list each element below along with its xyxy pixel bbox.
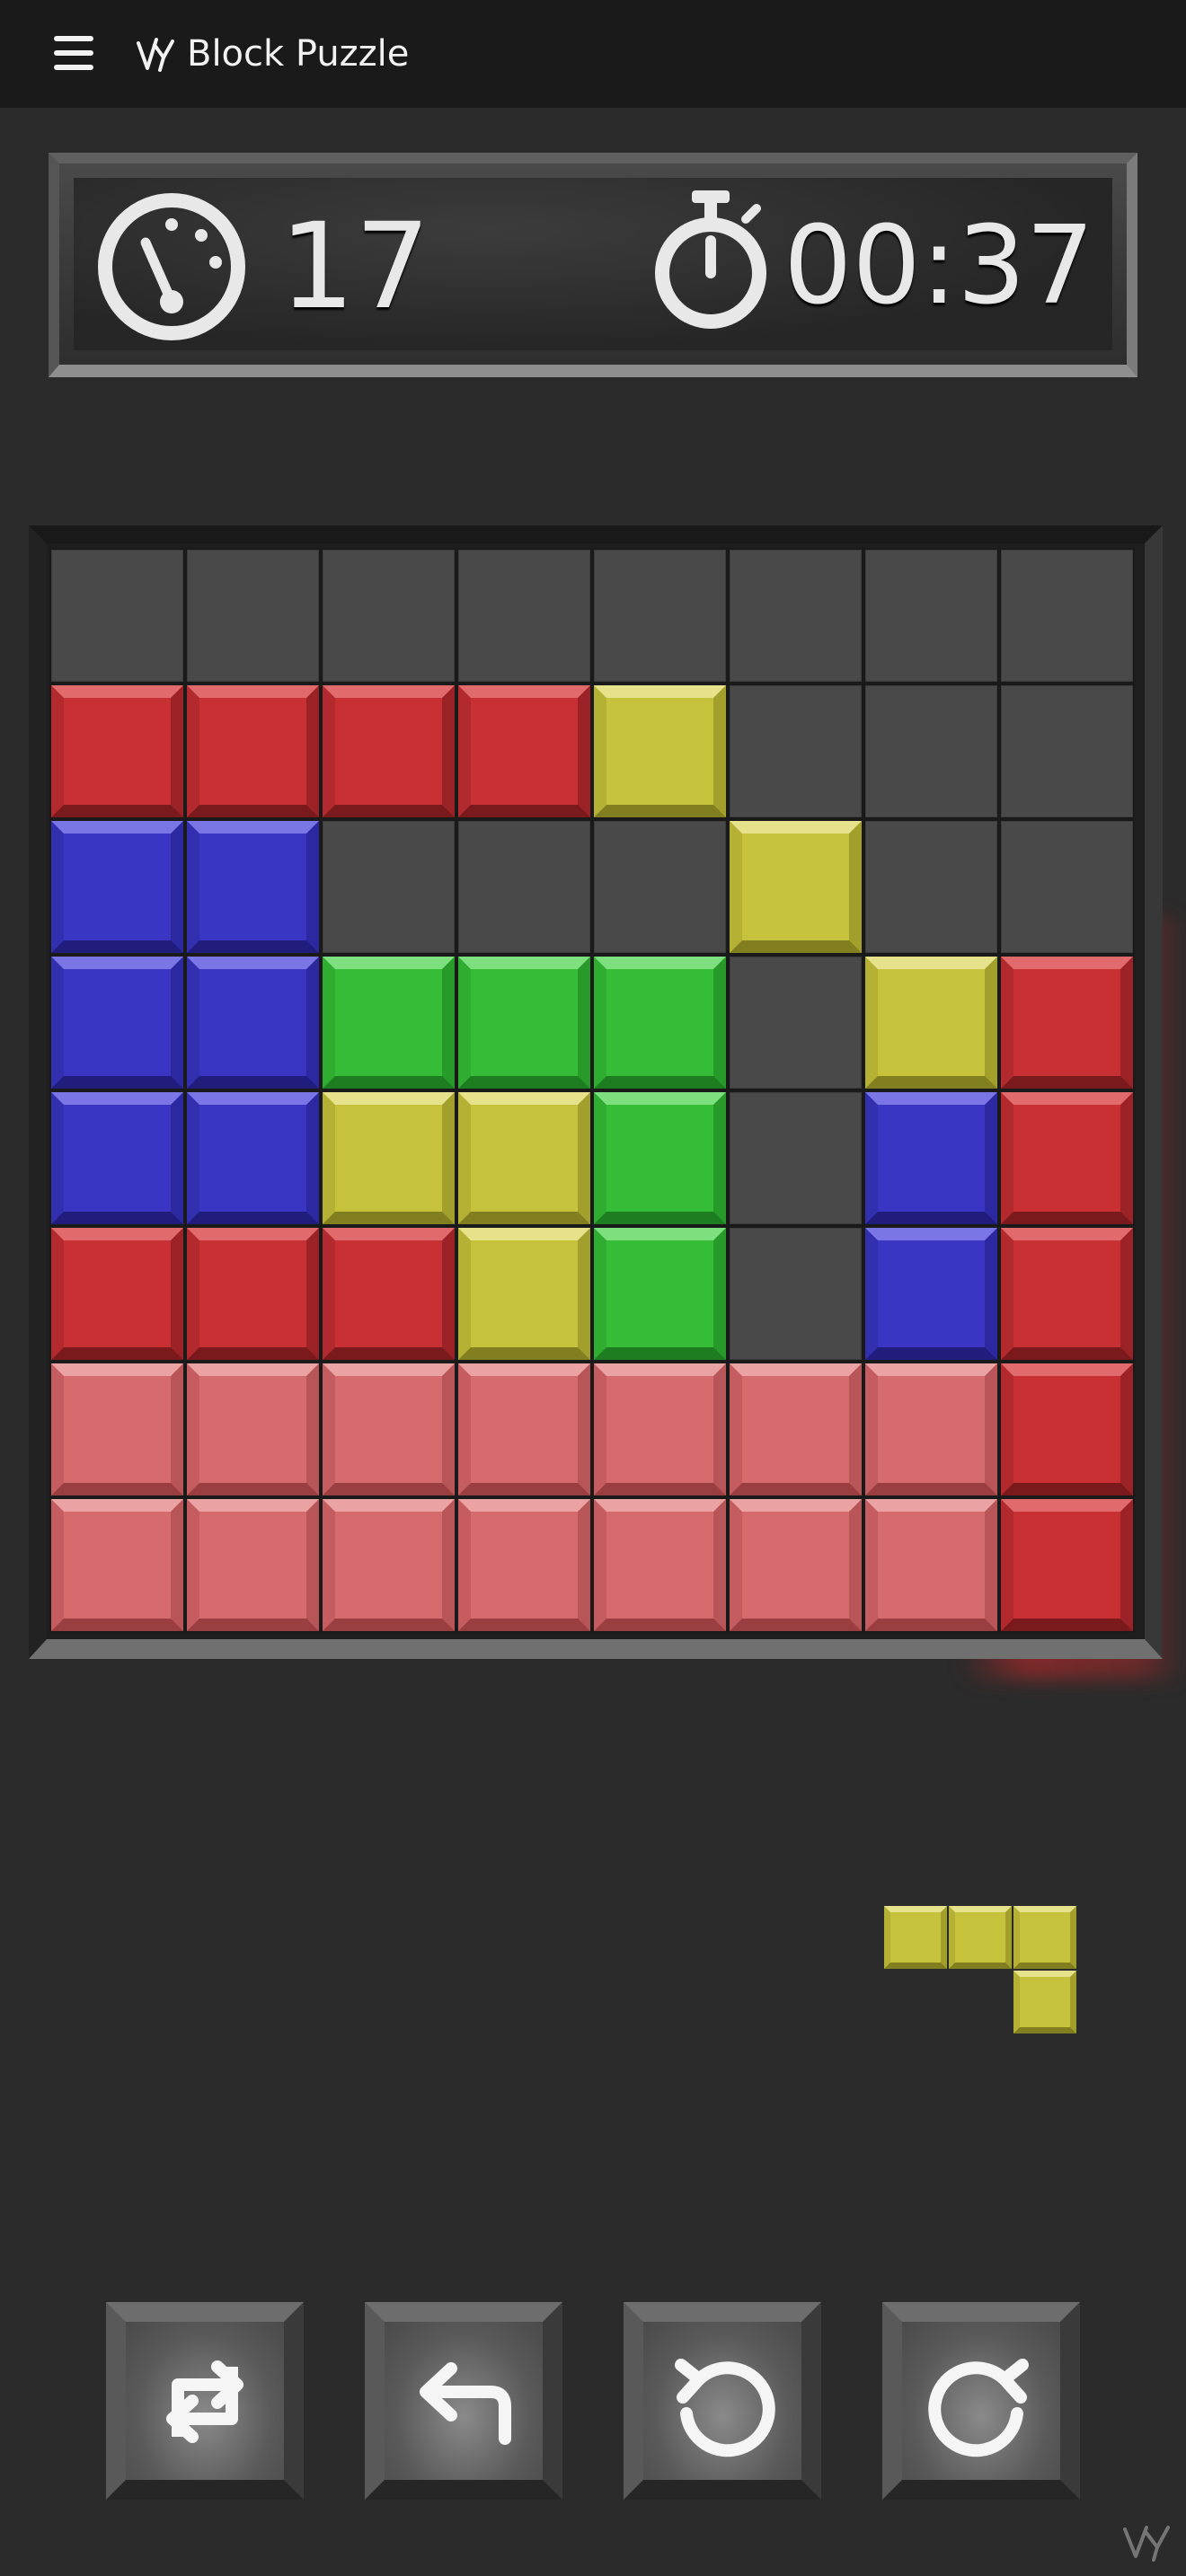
stats-panel: 17 00:37 — [49, 153, 1137, 377]
board-cell-empty[interactable] — [187, 550, 319, 682]
next-piece-block[interactable] — [1013, 1971, 1076, 2033]
board-block-yellow[interactable] — [594, 685, 726, 817]
board-block-yellow[interactable] — [865, 957, 997, 1089]
game-board[interactable] — [49, 548, 1135, 1633]
board-block-blue[interactable] — [865, 1228, 997, 1360]
board-cell-empty[interactable] — [323, 550, 455, 682]
timer-value: 00:37 — [783, 204, 1094, 329]
swap-button[interactable] — [106, 2302, 304, 2500]
board-block-blue[interactable] — [51, 821, 183, 953]
board-cell-empty[interactable] — [323, 821, 455, 953]
top-app-bar: Block Puzzle — [0, 0, 1186, 108]
board-cell-empty[interactable] — [51, 550, 183, 682]
next-piece-block[interactable] — [884, 1906, 947, 1969]
speedometer-icon — [98, 193, 245, 340]
board-block-red[interactable] — [458, 685, 590, 817]
board-block-blue[interactable] — [865, 1092, 997, 1224]
board-cell-empty[interactable] — [1001, 821, 1133, 953]
board-block-green[interactable] — [594, 957, 726, 1089]
board-block-green[interactable] — [594, 1228, 726, 1360]
board-block-pink[interactable] — [187, 1499, 319, 1631]
board-block-red[interactable] — [323, 1228, 455, 1360]
board-block-yellow[interactable] — [458, 1092, 590, 1224]
board-block-yellow[interactable] — [458, 1228, 590, 1360]
board-block-pink[interactable] — [594, 1499, 726, 1631]
score-value: 17 — [279, 198, 430, 336]
board-block-red[interactable] — [1001, 1499, 1133, 1631]
board-cell-empty[interactable] — [594, 821, 726, 953]
board-block-yellow[interactable] — [323, 1092, 455, 1224]
board-cell-empty[interactable] — [865, 685, 997, 817]
board-cell-empty[interactable] — [730, 685, 862, 817]
board-block-pink[interactable] — [730, 1499, 862, 1631]
board-block-pink[interactable] — [865, 1499, 997, 1631]
board-block-red[interactable] — [1001, 1092, 1133, 1224]
board-block-pink[interactable] — [187, 1363, 319, 1495]
board-cell-empty[interactable] — [865, 550, 997, 682]
board-block-pink[interactable] — [458, 1499, 590, 1631]
board-block-blue[interactable] — [51, 957, 183, 1089]
board-block-red[interactable] — [187, 1228, 319, 1360]
board-block-pink[interactable] — [865, 1363, 997, 1495]
board-cell-empty[interactable] — [730, 957, 862, 1089]
board-block-green[interactable] — [323, 957, 455, 1089]
stopwatch-icon — [655, 190, 766, 329]
undo-button[interactable] — [365, 2302, 562, 2500]
board-block-green[interactable] — [594, 1092, 726, 1224]
board-cell-empty[interactable] — [1001, 550, 1133, 682]
board-block-pink[interactable] — [51, 1499, 183, 1631]
board-cell-empty[interactable] — [594, 550, 726, 682]
board-block-red[interactable] — [1001, 1228, 1133, 1360]
hamburger-menu-icon[interactable] — [50, 32, 101, 75]
board-cell-empty[interactable] — [730, 1092, 862, 1224]
next-piece-block[interactable] — [1013, 1906, 1076, 1969]
next-piece-block[interactable] — [949, 1906, 1012, 1969]
board-block-red[interactable] — [51, 685, 183, 817]
rotate-left-button[interactable] — [624, 2302, 821, 2500]
board-block-blue[interactable] — [187, 821, 319, 953]
board-block-pink[interactable] — [51, 1363, 183, 1495]
corner-vy-logo-icon — [1123, 2526, 1170, 2562]
board-cell-empty[interactable] — [865, 821, 997, 953]
rotate-counterclockwise-icon — [675, 2359, 775, 2457]
board-block-red[interactable] — [187, 685, 319, 817]
board-block-pink[interactable] — [323, 1363, 455, 1495]
board-block-pink[interactable] — [730, 1363, 862, 1495]
board-block-red[interactable] — [51, 1228, 183, 1360]
vy-logo-icon — [137, 38, 174, 72]
board-block-blue[interactable] — [51, 1092, 183, 1224]
board-block-blue[interactable] — [187, 957, 319, 1089]
board-block-red[interactable] — [1001, 1363, 1133, 1495]
board-block-yellow[interactable] — [730, 821, 862, 953]
board-block-pink[interactable] — [458, 1363, 590, 1495]
board-cell-empty[interactable] — [458, 550, 590, 682]
board-block-red[interactable] — [1001, 957, 1133, 1089]
board-cell-empty[interactable] — [730, 1228, 862, 1360]
controls-bar — [106, 2302, 1080, 2500]
board-cell-empty[interactable] — [1001, 685, 1133, 817]
board-block-blue[interactable] — [187, 1092, 319, 1224]
board-block-pink[interactable] — [323, 1499, 455, 1631]
rotate-clockwise-icon — [928, 2359, 1029, 2457]
board-block-green[interactable] — [458, 957, 590, 1089]
swap-arrows-icon — [166, 2360, 243, 2443]
board-block-red[interactable] — [323, 685, 455, 817]
rotate-right-button[interactable] — [882, 2302, 1080, 2500]
back-arrow-icon — [420, 2362, 511, 2445]
board-cell-empty[interactable] — [458, 821, 590, 953]
board-block-pink[interactable] — [594, 1363, 726, 1495]
next-piece[interactable] — [884, 1906, 1082, 2039]
board-cell-empty[interactable] — [730, 550, 862, 682]
app-title: Block Puzzle — [187, 33, 410, 75]
